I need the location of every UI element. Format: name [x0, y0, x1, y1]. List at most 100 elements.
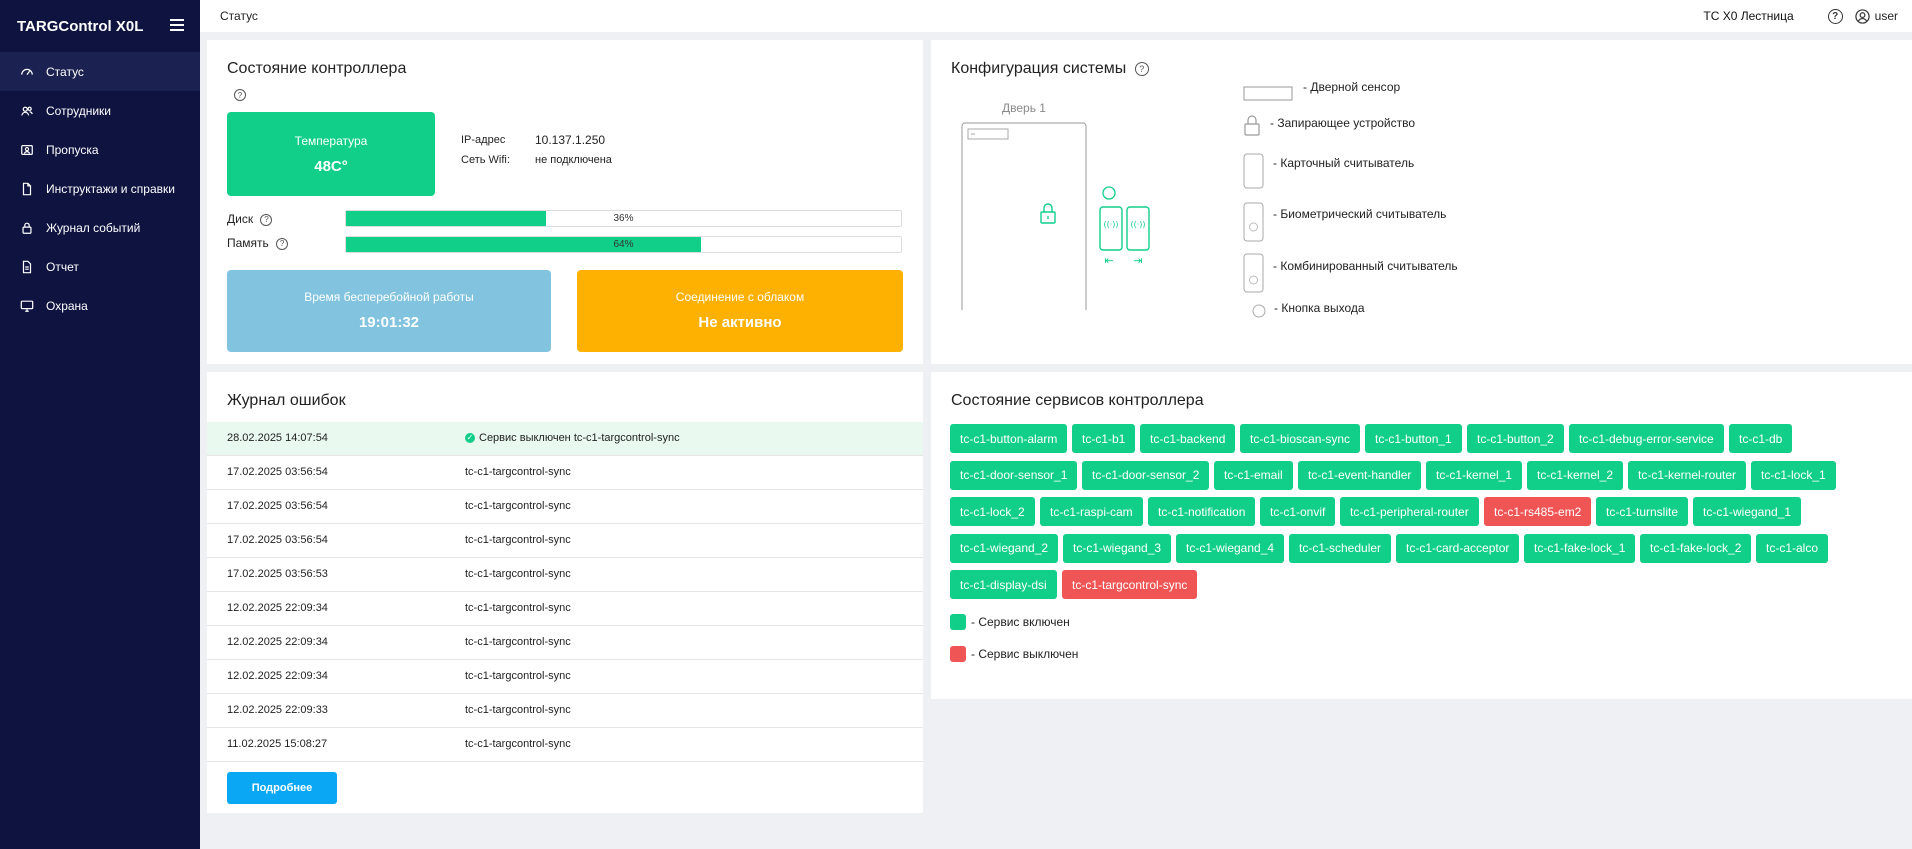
error-row[interactable]: 12.02.2025 22:09:34 tc-c1-targcontrol-syn…: [207, 592, 923, 626]
error-message: tc-c1-targcontrol-sync: [465, 636, 571, 648]
error-row[interactable]: 17.02.2025 03:56:54 tc-c1-targcontrol-syn…: [207, 456, 923, 490]
help-icon[interactable]: ?: [1134, 61, 1149, 76]
ip-label: IP-адрес: [461, 134, 506, 146]
service-badge: tc-c1-debug-error-service: [1569, 424, 1724, 453]
temperature-value: 48C°: [314, 158, 348, 175]
error-log-panel: Журнал ошибок 28.02.2025 14:07:54 ✓ Сервис…: [207, 372, 923, 813]
uptime-card: Время бесперебойной работы 19:01:32: [227, 270, 551, 352]
service-badge: tc-c1-wiegand_3: [1063, 533, 1172, 563]
service-badge: tc-c1-backend: [1140, 424, 1236, 453]
error-message: tc-c1-targcontrol-sync: [465, 670, 571, 682]
error-log-title: Журнал ошибок: [227, 392, 346, 409]
sidebar-item-2[interactable]: Пропуска: [0, 130, 200, 169]
door-label: Дверь 1: [1002, 101, 1046, 115]
service-off-legend-swatch: [950, 646, 966, 662]
sidebar-item-0[interactable]: Статус: [0, 52, 200, 91]
user-icon: [1854, 8, 1870, 24]
svg-text:((·)): ((·)): [1103, 220, 1118, 229]
sidebar-item-label: Охрана: [46, 298, 88, 313]
sidebar-item-4[interactable]: Журнал событий: [0, 208, 200, 247]
service-badge: tc-c1-wiegand_2: [950, 533, 1059, 563]
sidebar-item-label: Журнал событий: [46, 220, 141, 235]
error-message: tc-c1-targcontrol-sync: [465, 568, 571, 580]
disk-usage-bar: 36%: [345, 210, 902, 227]
legend-combined-reader: - Комбинированный считыватель: [1273, 259, 1458, 273]
sidebar: TARGControl X0L Статус Сотрудники Пропуска…: [0, 0, 200, 849]
menu-toggle-icon[interactable]: [170, 19, 184, 31]
service-badge: tc-c1-button_2: [1467, 424, 1564, 453]
service-badge: tc-c1-b1: [1072, 424, 1136, 453]
error-message: tc-c1-targcontrol-sync: [465, 738, 571, 750]
service-badge: tc-c1-event-handler: [1298, 460, 1422, 490]
error-row[interactable]: 17.02.2025 03:56:54 tc-c1-targcontrol-syn…: [207, 490, 923, 524]
top-bar: Статус ТС X0 Лестница ? user: [200, 0, 1912, 32]
service-badge: tc-c1-turnslite: [1596, 497, 1689, 526]
sidebar-item-6[interactable]: Охрана: [0, 286, 200, 325]
error-message: tc-c1-targcontrol-sync: [465, 602, 571, 614]
error-row[interactable]: 12.02.2025 22:09:33 tc-c1-targcontrol-syn…: [207, 694, 923, 728]
user-menu[interactable]: user: [1854, 8, 1898, 24]
temperature-card: Температура 48C°: [227, 112, 435, 196]
more-button[interactable]: Подробнее: [227, 772, 337, 804]
controller-state-panel: Состояние контроллера ? Температура 48C°…: [207, 40, 923, 364]
sidebar-item-label: Отчет: [46, 259, 79, 274]
ip-value: 10.137.1.250: [535, 133, 606, 147]
wifi-value: не подключена: [535, 154, 612, 166]
service-badge: tc-c1-wiegand_4: [1176, 533, 1285, 563]
error-row[interactable]: 11.02.2025 15:08:27 tc-c1-targcontrol-syn…: [207, 728, 923, 762]
legend-biometric-reader: - Биометрический считыватель: [1273, 207, 1447, 221]
uptime-label: Время бесперебойной работы: [304, 290, 474, 304]
exit-button-icon: [1102, 186, 1116, 200]
users-icon: [20, 104, 34, 118]
error-date: 17.02.2025 03:56:54: [227, 466, 328, 478]
brand-logo: TARGControl X0L: [0, 0, 200, 52]
error-row[interactable]: 17.02.2025 03:56:54 tc-c1-targcontrol-syn…: [207, 524, 923, 558]
help-icon[interactable]: ?: [260, 213, 273, 226]
service-badge: tc-c1-kernel_2: [1527, 460, 1624, 490]
legend-lock: - Запирающее устройство: [1270, 116, 1416, 130]
error-date: 17.02.2025 03:56:53: [227, 568, 328, 580]
help-icon[interactable]: ?: [234, 89, 246, 101]
service-badge: tc-c1-bioscan-sync: [1240, 424, 1361, 453]
services-title: Состояние сервисов контроллера: [951, 392, 1204, 409]
service-badge: tc-c1-lock_1: [1751, 460, 1836, 490]
service-badge: tc-c1-peripheral-router: [1340, 497, 1479, 526]
lock-legend-icon: [1244, 115, 1260, 136]
document-icon: [20, 182, 34, 196]
cloud-connection-card: Соединение с облаком Не активно: [577, 270, 903, 352]
card-reader-legend-icon: [1243, 153, 1264, 189]
error-message: tc-c1-targcontrol-sync: [465, 466, 571, 478]
service-badge: tc-c1-button_1: [1365, 424, 1462, 453]
error-message: tc-c1-targcontrol-sync: [465, 534, 571, 546]
dashboard-icon: [20, 65, 34, 79]
door-diagram: ((·)) ⇤ ((·)) ⇥: [961, 122, 1150, 310]
error-date: 11.02.2025 15:08:27: [227, 738, 328, 750]
object-name[interactable]: ТС X0 Лестница: [1703, 9, 1793, 23]
user-name: user: [1874, 9, 1898, 23]
sidebar-item-label: Пропуска: [46, 142, 99, 157]
error-date: 12.02.2025 22:09:34: [227, 602, 328, 614]
report-icon: [20, 260, 34, 274]
lock-icon: [20, 221, 34, 235]
error-row[interactable]: 12.02.2025 22:09:34 tc-c1-targcontrol-syn…: [207, 660, 923, 694]
sidebar-item-1[interactable]: Сотрудники: [0, 91, 200, 130]
wifi-label: Сеть Wifi:: [461, 154, 510, 166]
temperature-label: Температура: [294, 134, 368, 148]
service-badge: tc-c1-wiegand_1: [1693, 497, 1802, 526]
error-row[interactable]: 28.02.2025 14:07:54 ✓ Сервис выключен tc-c…: [207, 422, 923, 456]
error-date: 17.02.2025 03:56:54: [227, 534, 328, 546]
sidebar-item-5[interactable]: Отчет: [0, 247, 200, 286]
sidebar-item-3[interactable]: Инструктажи и справки: [0, 169, 200, 208]
error-message: tc-c1-targcontrol-sync: [465, 704, 571, 716]
service-badge: tc-c1-button-alarm: [950, 424, 1068, 453]
system-config-title: Конфигурация системы ?: [951, 60, 1149, 78]
help-icon[interactable]: ?: [1827, 8, 1843, 24]
service-badge: tc-c1-db: [1729, 424, 1793, 453]
error-date: 12.02.2025 22:09:34: [227, 670, 328, 682]
svg-text:⇤: ⇤: [1104, 254, 1113, 267]
service-badge: tc-c1-door-sensor_2: [1082, 460, 1210, 490]
error-row[interactable]: 17.02.2025 03:56:53 tc-c1-targcontrol-syn…: [207, 558, 923, 592]
help-icon[interactable]: ?: [276, 237, 289, 250]
error-row[interactable]: 12.02.2025 22:09:34 tc-c1-targcontrol-syn…: [207, 626, 923, 660]
service-badge: tc-c1-door-sensor_1: [950, 460, 1078, 490]
